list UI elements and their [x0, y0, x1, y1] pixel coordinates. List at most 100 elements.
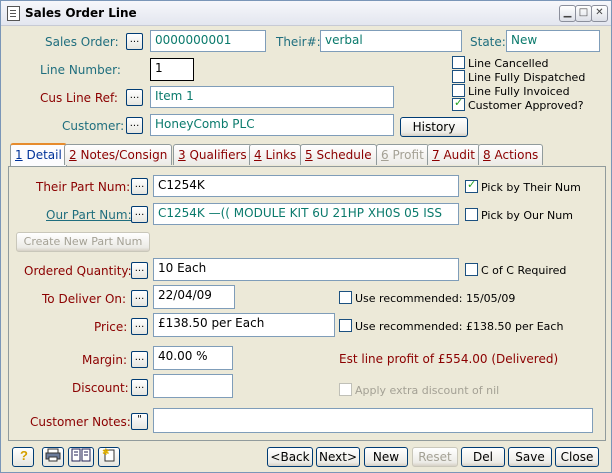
margin-field[interactable]: 40.00 %: [153, 346, 233, 370]
cus-line-ref-field[interactable]: Item 1: [150, 86, 394, 108]
checkbox-box[interactable]: [339, 319, 352, 332]
maximize-button[interactable]: □: [575, 5, 592, 22]
price-button[interactable]: ...: [131, 318, 148, 335]
tab-detail[interactable]: 1 Detail: [10, 143, 67, 166]
tab-links[interactable]: 4 Links: [249, 144, 302, 165]
sales-order-lookup-button[interactable]: ...: [126, 33, 143, 50]
svg-text:✱: ✱: [102, 448, 110, 457]
history-button[interactable]: History: [400, 117, 468, 137]
state-label: State:: [470, 35, 506, 49]
their-number-label: Their#:: [276, 35, 321, 49]
tab-key: 2: [69, 148, 77, 162]
sales-order-field[interactable]: 0000000001: [150, 30, 266, 52]
state-field[interactable]: New: [506, 30, 600, 52]
new-doc-icon[interactable]: ✱: [98, 447, 120, 467]
new-button[interactable]: New: [364, 447, 408, 467]
title-bar[interactable]: Sales Order Line ▁ □ ✕: [1, 1, 611, 26]
pick-by-their-num-label: Pick by Their Num: [481, 181, 581, 194]
checkbox-box[interactable]: [452, 96, 465, 111]
sales-order-label: Sales Order:: [45, 35, 119, 49]
customer-notes-button[interactable]: ": [131, 413, 148, 430]
customer-lookup-button[interactable]: ...: [126, 117, 143, 134]
line-fully-invoiced-checkbox[interactable]: Line Fully Invoiced: [452, 84, 570, 98]
cus-line-ref-label: Cus Line Ref:: [40, 91, 118, 105]
to-deliver-on-button[interactable]: ...: [131, 290, 148, 307]
line-number-field[interactable]: 1: [150, 58, 194, 81]
discount-button[interactable]: ...: [131, 379, 148, 396]
document-icon: [7, 6, 20, 21]
help-icon[interactable]: ?: [12, 447, 34, 467]
pick-by-our-num-label: Pick by Our Num: [481, 209, 573, 222]
their-part-num-label: Their Part Num:: [36, 180, 131, 194]
minimize-button[interactable]: ▁: [559, 5, 576, 22]
use-recommended-date-label: Use recommended: 15/05/09: [355, 292, 516, 305]
to-deliver-on-label: To Deliver On:: [42, 292, 127, 306]
discount-field[interactable]: [153, 374, 233, 398]
reset-button: Reset: [412, 447, 458, 467]
next-button[interactable]: Next>: [316, 447, 360, 467]
tab-label: Qualifiers: [189, 148, 247, 162]
customer-approved-label: Customer Approved?: [468, 99, 584, 112]
pick-by-their-num-checkbox[interactable]: Pick by Their Num: [465, 178, 581, 194]
customer-field[interactable]: HoneyComb PLC: [150, 114, 394, 136]
customer-label: Customer:: [62, 119, 125, 133]
c-of-c-required-checkbox[interactable]: C of C Required: [465, 263, 566, 277]
price-field[interactable]: £138.50 per Each: [153, 313, 335, 337]
checkbox-box[interactable]: [465, 208, 478, 221]
tab-audit[interactable]: 7 Audit: [427, 144, 480, 165]
our-part-lookup-button[interactable]: ...: [131, 206, 148, 223]
tab-key: 5: [305, 148, 313, 162]
tab-label: Audit: [443, 148, 475, 162]
tab-key: 8: [483, 148, 491, 162]
their-number-field[interactable]: verbal: [320, 30, 462, 52]
margin-button[interactable]: ...: [131, 351, 148, 368]
checkbox-box[interactable]: [465, 178, 478, 193]
ordered-quantity-field[interactable]: 10 Each: [153, 258, 459, 281]
tab-notes-consign[interactable]: 2 Notes/Consign: [64, 144, 173, 165]
discount-label: Discount:: [72, 381, 129, 395]
checkbox-box[interactable]: [339, 291, 352, 304]
tab-qualifiers[interactable]: 3 Qualifiers: [173, 144, 252, 165]
line-cancelled-checkbox[interactable]: Line Cancelled: [452, 56, 549, 70]
close-window-button[interactable]: ✕: [591, 5, 608, 22]
use-recommended-price-checkbox[interactable]: Use recommended: £138.50 per Each: [339, 319, 563, 333]
pick-by-our-num-checkbox[interactable]: Pick by Our Num: [465, 208, 573, 222]
list-icon[interactable]: [68, 447, 94, 467]
our-part-num-field[interactable]: C1254K —(( MODULE KIT 6U 21HP XH0S 05 IS…: [153, 203, 459, 225]
line-fully-dispatched-checkbox[interactable]: Line Fully Dispatched: [452, 70, 585, 84]
margin-label: Margin:: [82, 353, 128, 367]
ordered-quantity-label: Ordered Quantity:: [24, 264, 132, 278]
checkbox-box[interactable]: [452, 70, 465, 83]
print-icon[interactable]: [42, 447, 64, 467]
line-cancelled-label: Line Cancelled: [468, 57, 549, 70]
their-part-lookup-button[interactable]: ...: [131, 178, 148, 195]
tab-schedule[interactable]: 5 Schedule: [300, 144, 377, 165]
tab-label: Notes/Consign: [80, 148, 168, 162]
apply-extra-discount-label: Apply extra discount of nil: [355, 384, 500, 397]
customer-notes-field[interactable]: [153, 408, 593, 433]
checkbox-box[interactable]: [465, 263, 478, 276]
their-part-num-field[interactable]: C1254K: [153, 175, 459, 197]
customer-approved-checkbox[interactable]: Customer Approved?: [452, 96, 584, 112]
del-button[interactable]: Del: [461, 447, 505, 467]
window-title: Sales Order Line: [25, 6, 137, 20]
use-recommended-date-checkbox[interactable]: Use recommended: 15/05/09: [339, 291, 515, 305]
tab-label: Detail: [26, 148, 62, 162]
tab-label: Profit: [392, 148, 424, 162]
close-button[interactable]: Close: [555, 447, 599, 467]
checkbox-box: [339, 383, 352, 396]
price-label: Price:: [94, 320, 128, 334]
ordered-quantity-button[interactable]: ...: [131, 262, 148, 279]
checkbox-box[interactable]: [452, 56, 465, 69]
est-line-profit-text: Est line profit of £554.00 (Delivered): [339, 352, 559, 366]
save-button[interactable]: Save: [508, 447, 552, 467]
back-button[interactable]: <Back: [267, 447, 313, 467]
line-fully-dispatched-label: Line Fully Dispatched: [468, 71, 586, 84]
cus-line-ref-lookup-button[interactable]: ...: [126, 89, 143, 106]
create-new-part-num-button: Create New Part Num: [16, 232, 150, 252]
tab-actions[interactable]: 8 Actions: [478, 144, 544, 165]
use-recommended-price-label: Use recommended: £138.50 per Each: [355, 320, 564, 333]
c-of-c-required-label: C of C Required: [481, 264, 567, 277]
svg-text:?: ?: [20, 448, 28, 462]
to-deliver-on-field[interactable]: 22/04/09: [153, 285, 235, 309]
